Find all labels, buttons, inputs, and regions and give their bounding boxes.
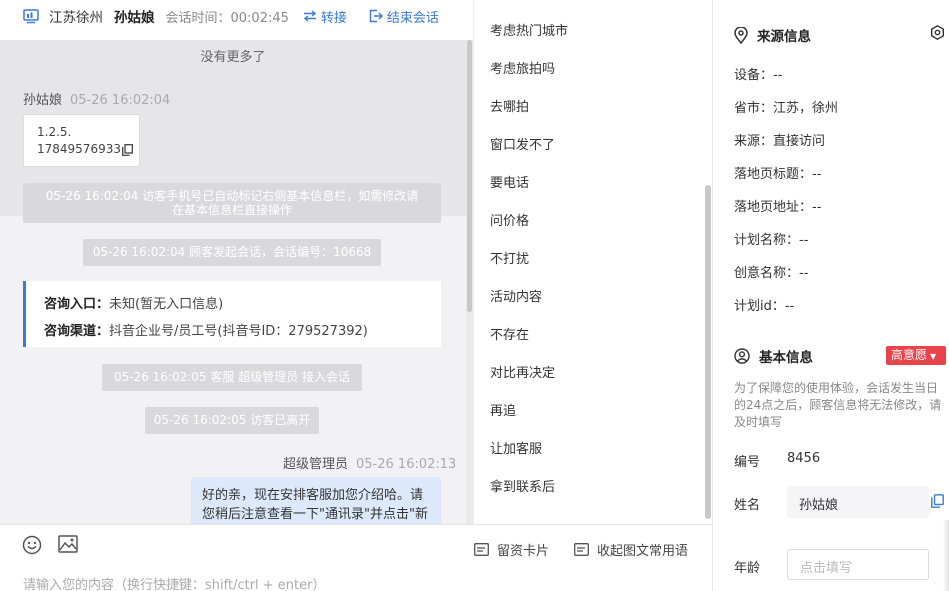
chat-scrollbar[interactable] [466,40,473,524]
plan-id-row: 计划id：-- [734,299,795,314]
session-timer: 会话时间：00:02:45 [165,10,289,26]
source-row: 来源：直接访问 [734,134,826,149]
intent-badge-label: 高意愿 [891,348,928,362]
location-icon [734,26,748,44]
phrase-item[interactable]: 让加客服 [490,438,542,457]
visitor-city: 江苏徐州 [49,10,103,26]
province-row: 省市：江苏，徐州 [734,101,839,116]
system-message: 05-26 16:02:04 访客手机号已自动标记右侧基本信息栏，如需修改请 在… [23,183,441,223]
agent-message-sender: 超级管理员 05-26 16:02:13 [283,453,456,472]
phrase-item[interactable]: 对比再决定 [490,362,555,381]
chat-header: 江苏徐州 孙姑娘 会话时间：00:02:45 转接 结束会话 [0,0,473,32]
basic-info-title: 基本信息 [734,346,813,366]
consult-channel-value: 抖音企业号/员工号(抖音号ID：279527392) [109,324,368,339]
user-icon [734,348,750,364]
copy-icon[interactable] [931,494,944,508]
transfer-button[interactable]: 转接 [303,7,347,26]
age-label: 年龄 [734,561,761,576]
image-icon[interactable] [58,535,78,553]
settings-icon[interactable] [930,25,945,40]
panel-edge-shadow [943,520,949,591]
consult-entry-label: 咨询入口： [44,297,110,312]
creative-name-row: 创意名称：-- [734,266,809,281]
phrase-item[interactable]: 不打扰 [490,248,529,267]
name-field[interactable]: 孙姑娘 [787,486,929,518]
system-message-line2: 在基本信息栏直接操作 [171,203,292,217]
phrase-item[interactable]: 拿到联系后 [490,476,555,495]
phrase-item[interactable]: 活动内容 [490,286,542,305]
chat-scrollbar-thumb[interactable] [467,40,472,312]
transfer-icon [303,10,316,22]
visitor-msg-line2: 17849576933 [37,142,121,156]
phrase-scrollbar[interactable] [704,0,712,524]
quick-phrase-list: 考虑热门城市 考虑旅拍吗 去哪拍 窗口发不了 要电话 问价格 不打扰 活动内容 … [473,0,712,524]
phrases-icon [574,543,589,556]
agent-message-bubble: 好的亲，现在安排客服加您介绍哈。请您稍后注意查看一下"通讯录"并点击"新的朋友"… [191,477,441,524]
system-message: 05-26 16:02:05 访客已离开 [145,407,319,434]
phrase-item[interactable]: 去哪拍 [490,96,529,115]
monitor-icon [23,9,39,24]
consult-channel-row: 咨询渠道：抖音企业号/员工号(抖音号ID：279527392) [44,318,441,345]
age-field[interactable]: 点击填写 [787,549,929,580]
system-message: 05-26 16:02:04 顾客发起会话，会话编号：10668 [83,239,381,266]
plan-name-row: 计划名称：-- [734,233,809,248]
visitor-message-bubble: 1.2.5. 17849576933 [23,114,140,167]
intent-badge[interactable]: 高意愿 ▼ [886,346,946,365]
basic-info-title-text: 基本信息 [759,350,813,366]
system-message-line1: 05-26 16:02:04 访客手机号已自动标记右侧基本信息栏，如需修改请 [45,189,419,203]
consult-entry-value: 未知(暂无入口信息) [109,297,224,312]
phrase-item[interactable]: 考虑热门城市 [490,20,568,39]
consult-channel-label: 咨询渠道： [44,324,110,339]
phrase-item[interactable]: 窗口发不了 [490,134,555,153]
message-list[interactable]: 没有更多了 孙姑娘 05-26 16:02:04 1.2.5. 178495769… [0,40,466,524]
visitor-msg-line1: 1.2.5. [37,125,72,139]
visitor-sender-name: 孙姑娘 [23,93,63,108]
message-input[interactable]: 请输入您的内容（换行快捷键：shift/ctrl + enter） [23,574,326,591]
lead-card-label: 留资卡片 [497,544,550,559]
message-input-area[interactable]: 请输入您的内容（换行快捷键：shift/ctrl + enter） 留资卡片 收… [0,524,712,591]
card-icon [474,543,489,556]
consult-info-card: 咨询入口：未知(暂无入口信息) 咨询渠道：抖音企业号/员工号(抖音号ID：279… [23,281,441,347]
transfer-label: 转接 [320,10,347,26]
chat-pane: 江苏徐州 孙姑娘 会话时间：00:02:45 转接 结束会话 没有更多了 孙姑娘… [0,0,473,591]
device-row: 设备：-- [734,68,783,83]
id-label: 编号 [734,455,761,470]
no-more-notice: 没有更多了 [0,40,466,76]
end-session-label: 结束会话 [386,10,439,26]
landing-title-row: 落地页标题：-- [734,167,822,182]
phrase-item[interactable]: 要电话 [490,172,529,191]
collapse-phrases-button[interactable]: 收起图文常用语 [574,540,688,559]
agent-message-time: 05-26 16:02:13 [356,457,457,472]
copy-icon[interactable] [122,143,133,156]
source-info-title: 来源信息 [734,25,811,45]
phrase-item[interactable]: 问价格 [490,210,529,229]
visitor-name: 孙姑娘 [114,10,155,26]
visitor-info-panel: 来源信息 设备：-- 省市：江苏，徐州 来源：直接访问 落地页标题：-- 落地页… [712,0,949,591]
section-divider [713,318,949,326]
phrase-item[interactable]: 考虑旅拍吗 [490,58,555,77]
phrase-item[interactable]: 不存在 [490,324,529,343]
landing-url-row: 落地页地址：-- [734,200,822,215]
emoji-icon[interactable] [22,535,42,555]
agent-sender-name: 超级管理员 [283,457,349,472]
phrase-item[interactable]: 再追 [490,400,516,419]
exit-icon [369,9,383,23]
end-session-button[interactable]: 结束会话 [369,7,439,26]
visitor-message-sender: 孙姑娘 05-26 16:02:04 [23,89,170,108]
system-message: 05-26 16:02:05 客服 超级管理员 接入会话 [102,364,362,391]
source-info-title-text: 来源信息 [757,29,811,45]
id-value: 8456 [787,451,821,466]
name-label: 姓名 [734,498,761,513]
visitor-message-time: 05-26 16:02:04 [70,93,171,108]
consult-entry-row: 咨询入口：未知(暂无入口信息) [44,291,441,318]
caret-down-icon: ▼ [930,352,937,361]
collapse-phrases-label: 收起图文常用语 [597,544,689,559]
phrase-scrollbar-thumb[interactable] [705,185,711,519]
lead-card-button[interactable]: 留资卡片 [474,540,549,559]
basic-info-note: 为了保障您的使用体验，会话发生当日的24点之后，顾客信息将无法修改，请及时填写 [734,381,942,429]
